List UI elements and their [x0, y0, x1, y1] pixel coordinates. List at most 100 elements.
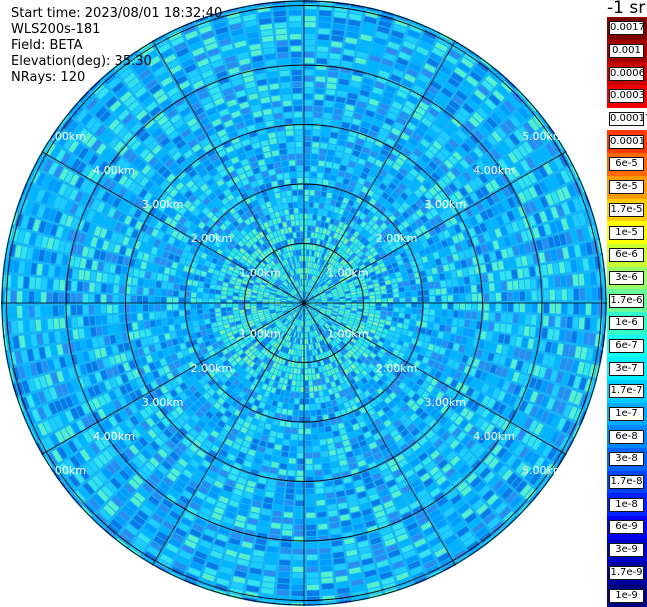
- range-gate: [471, 284, 477, 293]
- range-gate: [482, 321, 488, 330]
- range-gate: [543, 303, 549, 314]
- range-gate: [483, 312, 489, 321]
- range-gate: [29, 277, 36, 289]
- range-gate: [387, 311, 393, 316]
- range-gate: [304, 386, 309, 392]
- range-gate: [561, 303, 567, 314]
- range-gate: [452, 278, 458, 286]
- range-gate: [293, 404, 299, 410]
- range-gate: [313, 452, 321, 458]
- range-gate: [291, 386, 296, 392]
- range-gate: [29, 305, 35, 318]
- range-gate: [269, 303, 274, 305]
- range-gate: [310, 178, 316, 184]
- range-gate: [435, 295, 441, 302]
- range-gate: [578, 273, 585, 286]
- range-gate: [435, 288, 441, 295]
- range-gate: [308, 208, 313, 214]
- range-gate: [301, 368, 304, 374]
- range-gate: [131, 277, 138, 286]
- range-gate: [560, 316, 567, 328]
- range-gate: [233, 296, 239, 300]
- range-gate: [279, 463, 288, 470]
- range-gate: [119, 285, 125, 294]
- range-gate: [299, 416, 304, 422]
- range-gate: [304, 374, 308, 380]
- range-gate: [275, 303, 280, 305]
- range-gate: [114, 275, 120, 284]
- range-gate: [305, 488, 314, 494]
- range-gate: [107, 294, 113, 303]
- range-gate: [439, 324, 446, 332]
- range-gate: [310, 184, 316, 190]
- range-gate: [304, 333, 306, 338]
- range-gate: [421, 321, 428, 328]
- range-gate: [53, 279, 60, 291]
- range-gate: [305, 404, 310, 410]
- range-gate: [131, 304, 137, 313]
- range-gate: [316, 178, 323, 185]
- range-gate: [334, 301, 339, 303]
- range-gate: [322, 595, 336, 602]
- range-gate: [306, 530, 317, 536]
- range-gate: [459, 311, 465, 319]
- range-gate: [304, 40, 315, 46]
- range-gate: [525, 314, 531, 325]
- range-gate: [53, 292, 59, 303]
- range-gate: [279, 553, 291, 560]
- range-gate: [393, 307, 399, 312]
- range-gate: [441, 295, 447, 302]
- range-gate: [446, 318, 453, 325]
- range-gate: [519, 314, 525, 324]
- range-gate: [549, 303, 555, 314]
- range-gate: [215, 308, 221, 313]
- range-gate: [591, 303, 597, 316]
- range-gate: [191, 286, 198, 292]
- range-gate: [549, 289, 555, 301]
- range-gate: [283, 439, 290, 446]
- range-gate: [318, 28, 330, 35]
- range-gate: [567, 288, 573, 301]
- range-gate: [597, 287, 603, 300]
- range-gate: [174, 277, 181, 284]
- range-gate: [453, 310, 459, 318]
- range-gate: [363, 296, 369, 300]
- range-gate: [209, 308, 215, 313]
- range-gate: [282, 445, 289, 452]
- range-gate: [137, 313, 143, 321]
- range-gate: [297, 362, 301, 368]
- range-gate: [530, 278, 537, 289]
- range-gate: [513, 303, 519, 312]
- range-gate: [304, 339, 307, 344]
- range-gate: [324, 167, 332, 174]
- range-gate: [143, 287, 149, 295]
- range-gate: [597, 303, 603, 316]
- range-gate: [363, 299, 369, 303]
- range-gate: [434, 281, 441, 288]
- range-gate: [518, 279, 525, 290]
- range-gate: [429, 296, 435, 302]
- range-gate: [289, 398, 294, 404]
- range-gate: [161, 318, 168, 326]
- range-gate: [29, 320, 36, 332]
- range-gate: [311, 422, 318, 428]
- range-gate: [11, 321, 18, 334]
- range-gate: [452, 318, 459, 326]
- range-gate: [404, 286, 411, 292]
- range-gate: [185, 304, 191, 310]
- range-gate: [585, 303, 591, 315]
- range-gate: [180, 278, 187, 285]
- range-gate: [422, 283, 429, 290]
- range-gate: [276, 487, 285, 493]
- range-gate: [320, 565, 333, 572]
- range-gate: [155, 296, 161, 303]
- range-gate: [306, 566, 319, 572]
- range-gate: [317, 421, 324, 428]
- range-gate: [288, 403, 294, 410]
- range-gate: [47, 292, 53, 303]
- range-gate: [150, 320, 156, 328]
- range-gate: [191, 309, 197, 315]
- range-gate: [304, 350, 307, 356]
- range-gate: [543, 290, 549, 301]
- range-gate: [369, 303, 375, 306]
